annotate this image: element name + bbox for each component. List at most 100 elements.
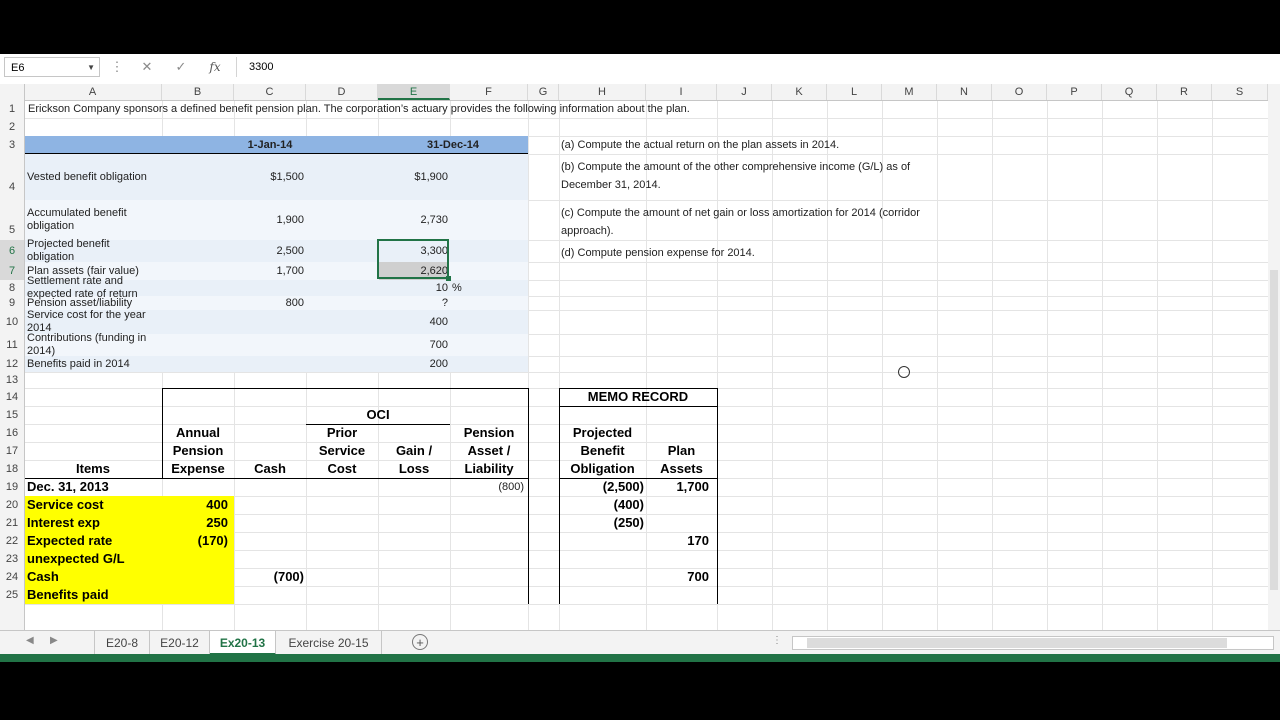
- add-sheet-icon[interactable]: +: [412, 634, 428, 650]
- ws-cash-value: [234, 496, 304, 514]
- row-header-16[interactable]: 16: [0, 424, 24, 442]
- row-header-20[interactable]: 20: [0, 496, 24, 514]
- row-header-8[interactable]: 8: [0, 280, 24, 296]
- column-header-a[interactable]: A: [24, 84, 162, 100]
- column-header-b[interactable]: B: [162, 84, 234, 100]
- question-d: (d) Compute pension expense for 2014.: [561, 247, 755, 259]
- info-value-dec: 200: [429, 358, 448, 370]
- header-prior-service-cost: Service: [318, 443, 366, 458]
- row-header-5[interactable]: 5: [0, 200, 24, 240]
- header-projected-benefit-obligation: Benefit: [580, 443, 625, 458]
- column-header-d[interactable]: D: [306, 84, 378, 100]
- column-header-l[interactable]: L: [827, 84, 882, 100]
- vertical-scrollbar[interactable]: [1268, 100, 1280, 630]
- ws-plan-value: 170: [687, 533, 709, 548]
- row-header-10[interactable]: 10: [0, 310, 24, 334]
- column-header-q[interactable]: Q: [1102, 84, 1157, 100]
- header-projected-benefit-obligation: Projected: [572, 425, 633, 440]
- column-header-f[interactable]: F: [450, 84, 528, 100]
- row-header-23[interactable]: 23: [0, 550, 24, 568]
- row-header-6[interactable]: 6: [0, 240, 24, 262]
- column-header-m[interactable]: M: [882, 84, 937, 100]
- ws-pbo-value: (400): [613, 497, 644, 512]
- ws-pbo-value: (250): [613, 515, 644, 530]
- column-header-s[interactable]: S: [1212, 84, 1268, 100]
- row-header-17[interactable]: 17: [0, 442, 24, 460]
- horizontal-scrollbar[interactable]: [792, 636, 1274, 650]
- ws-pbo-value: [559, 550, 644, 568]
- question-a: (a) Compute the actual return on the pla…: [561, 139, 840, 151]
- ws-expense-value: [162, 586, 228, 604]
- ws-pbo-value: [559, 532, 644, 550]
- column-header-p[interactable]: P: [1047, 84, 1102, 100]
- ws-row-label: Expected rate: [27, 533, 113, 548]
- tab-e20-8[interactable]: E20-8: [94, 631, 150, 655]
- row-header-15[interactable]: 15: [0, 406, 24, 424]
- ws-pension-value: (800): [498, 481, 524, 493]
- column-header-o[interactable]: O: [992, 84, 1047, 100]
- row-header-25[interactable]: 25: [0, 586, 24, 604]
- tab-scroll-left-icon[interactable]: ◀: [26, 635, 34, 646]
- row-header-1[interactable]: 1: [0, 100, 24, 118]
- row-header-19[interactable]: 19: [0, 478, 24, 496]
- column-header-i[interactable]: I: [646, 84, 717, 100]
- header-cash: Cash: [254, 461, 286, 476]
- grid-line: [24, 118, 1280, 119]
- row-header-7[interactable]: 7: [0, 262, 24, 280]
- row-header-18[interactable]: 18: [0, 460, 24, 478]
- info-label: Accumulated benefit obligation: [27, 200, 155, 240]
- row-header-14[interactable]: 14: [0, 388, 24, 406]
- ws-pbo-value: (2,500): [602, 479, 644, 494]
- row-header-24[interactable]: 24: [0, 568, 24, 586]
- header-gain-loss: Gain /: [395, 443, 433, 458]
- column-headers: ABCDEFGHIJKLMNOPQRS: [0, 84, 1280, 101]
- info-label: Vested benefit obligation: [27, 154, 155, 200]
- column-header-g[interactable]: G: [528, 84, 559, 100]
- info-value-dec: 10: [435, 282, 448, 294]
- row-header-11[interactable]: 11: [0, 334, 24, 356]
- selection-range[interactable]: [377, 239, 449, 279]
- tab-ex20-13[interactable]: Ex20-13: [210, 631, 276, 655]
- row-header-13[interactable]: 13: [0, 372, 24, 388]
- column-header-j[interactable]: J: [717, 84, 772, 100]
- select-all-corner[interactable]: [0, 84, 25, 100]
- row-header-4[interactable]: 4: [0, 154, 24, 200]
- row-header-2[interactable]: 2: [0, 118, 24, 136]
- column-header-h[interactable]: H: [559, 84, 646, 100]
- header-dec-14: 31-Dec-14: [427, 139, 479, 151]
- horizontal-scroll-thumb[interactable]: [807, 638, 1227, 648]
- row-header-12[interactable]: 12: [0, 356, 24, 372]
- header-pension-asset-liability: Liability: [464, 461, 514, 476]
- header-prior-service-cost: Cost: [327, 461, 357, 476]
- column-header-c[interactable]: C: [234, 84, 306, 100]
- tab-exercise-20-15[interactable]: Exercise 20-15: [276, 631, 382, 655]
- row-header-22[interactable]: 22: [0, 532, 24, 550]
- ws-plan-value: [646, 550, 709, 568]
- info-label-text: Projected benefit obligation: [27, 238, 110, 263]
- tab-bar-options-icon[interactable]: ⋮: [772, 635, 782, 646]
- header-prior-service-cost: Prior: [326, 425, 358, 440]
- row-header-3[interactable]: 3: [0, 136, 24, 154]
- row-header-21[interactable]: 21: [0, 514, 24, 532]
- tab-scroll-right-icon[interactable]: ▶: [50, 635, 58, 646]
- ws-pbo-value: [559, 586, 644, 604]
- memo-title-underline: [559, 406, 717, 407]
- ws-row-label: Interest exp: [27, 515, 100, 530]
- fill-handle[interactable]: [446, 276, 451, 281]
- ws-expense-value: [162, 550, 228, 568]
- sheet-tab-bar: ◀ ▶ E20-8 E20-12 Ex20-13 Exercise 20-15 …: [0, 630, 1280, 655]
- column-header-r[interactable]: R: [1157, 84, 1212, 100]
- ws-cash-value: [234, 550, 304, 568]
- question-c: (c) Compute the amount of net gain or lo…: [561, 207, 920, 237]
- vertical-scroll-thumb[interactable]: [1270, 270, 1278, 590]
- ws-expense-value: [162, 568, 228, 586]
- column-header-e[interactable]: E: [378, 84, 450, 100]
- worksheet-grid[interactable]: Erickson Company sponsors a defined bene…: [0, 54, 1280, 630]
- ws-row-label: unexpected G/L: [27, 551, 125, 566]
- row-header-9[interactable]: 9: [0, 296, 24, 310]
- tab-e20-12[interactable]: E20-12: [150, 631, 210, 655]
- column-header-n[interactable]: N: [937, 84, 992, 100]
- ws-row-label: Dec. 31, 2013: [27, 479, 109, 494]
- header-projected-benefit-obligation: Obligation: [570, 461, 635, 476]
- column-header-k[interactable]: K: [772, 84, 827, 100]
